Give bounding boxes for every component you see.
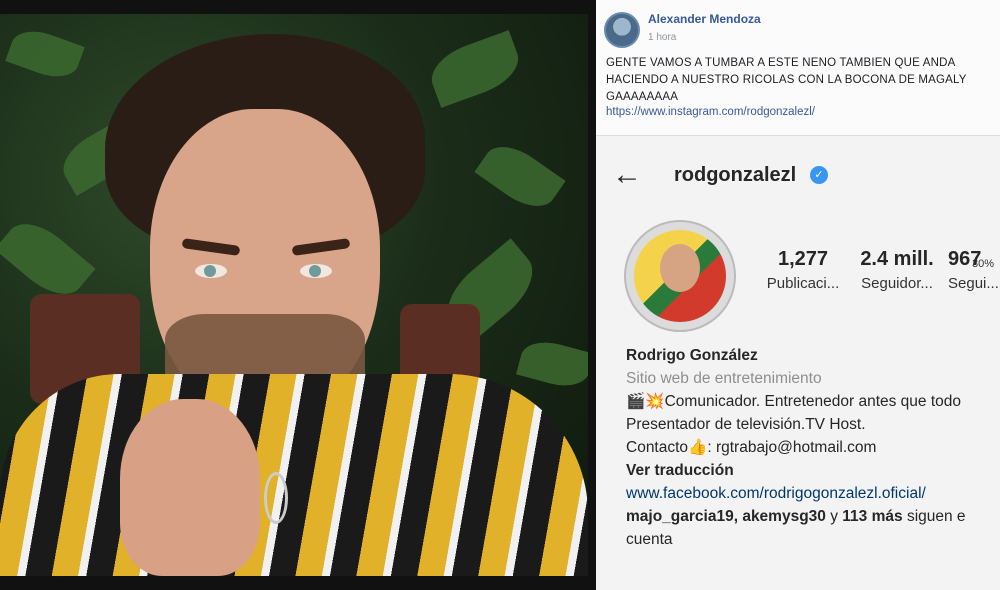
stat-followers-label: Seguidor...	[861, 275, 933, 292]
verified-badge-icon: ✓	[810, 166, 828, 184]
post-text-line: GAAAAAAAA	[606, 91, 679, 103]
see-translation-link[interactable]: Ver traducción	[626, 459, 1000, 482]
post-text: GENTE VAMOS A TUMBAR A ESTE NENO TAMBIEN…	[606, 55, 996, 106]
facebook-post: Alexander Mendoza 1 hora GENTE VAMOS A T…	[596, 0, 1000, 136]
followed-by-line2: cuenta	[626, 531, 673, 548]
profile-picture[interactable]	[624, 220, 736, 332]
stat-posts-label: Publicaci...	[766, 275, 840, 292]
stat-following[interactable]: 967 Segui...	[948, 248, 1000, 292]
instagram-profile: 30% ← rodgonzalezl ✓ 1,277 Publicaci... …	[596, 136, 1000, 590]
back-arrow-icon[interactable]: ←	[612, 160, 646, 190]
bio-line: 🎬💥Comunicador. Entretenedor antes que to…	[626, 393, 962, 410]
profile-picture-image	[634, 230, 726, 322]
bio-website-link[interactable]: www.facebook.com/rodrigogonzalezl.oficia…	[626, 482, 1000, 505]
post-author[interactable]: Alexander Mendoza	[648, 12, 761, 26]
profile-photo	[0, 14, 588, 576]
followed-by[interactable]: majo_garcia19, akemysg30 y 113 más sigue…	[626, 505, 1000, 528]
followed-by-suffix: siguen e	[902, 508, 966, 525]
bio-category: Sitio web de entretenimiento	[626, 370, 822, 387]
post-time[interactable]: 1 hora	[648, 32, 676, 43]
profile-bio: Rodrigo González Sitio web de entretenim…	[626, 344, 1000, 551]
post-text-line: HACIENDO A NUESTRO RICOLAS CON LA BOCONA…	[606, 74, 967, 86]
post-link[interactable]: https://www.instagram.com/rodgonzalezl/	[606, 106, 815, 118]
screenshot-panel: Alexander Mendoza 1 hora GENTE VAMOS A T…	[596, 0, 1000, 590]
stat-following-label: Segui...	[948, 275, 999, 292]
avatar[interactable]	[604, 12, 640, 48]
bio-contact: Contacto👍: rgtrabajo@hotmail.com	[626, 439, 877, 456]
post-text-line: GENTE VAMOS A TUMBAR A ESTE NENO TAMBIEN…	[606, 57, 956, 69]
stat-followers[interactable]: 2.4 mill. Seguidor...	[854, 248, 940, 292]
stat-posts-value: 1,277	[777, 248, 829, 270]
stat-followers-value: 2.4 mill.	[860, 248, 934, 270]
stat-posts[interactable]: 1,277 Publicaci...	[760, 248, 846, 292]
followed-by-connector: y	[825, 508, 843, 525]
followed-by-more: 113 más	[842, 508, 903, 525]
bio-line: Presentador de televisión.TV Host.	[626, 416, 866, 433]
profile-username: rodgonzalezl	[674, 164, 797, 186]
followed-by-users: majo_garcia19, akemysg30	[626, 508, 826, 525]
bio-name: Rodrigo González	[626, 347, 758, 364]
stat-following-value: 967	[948, 248, 982, 270]
